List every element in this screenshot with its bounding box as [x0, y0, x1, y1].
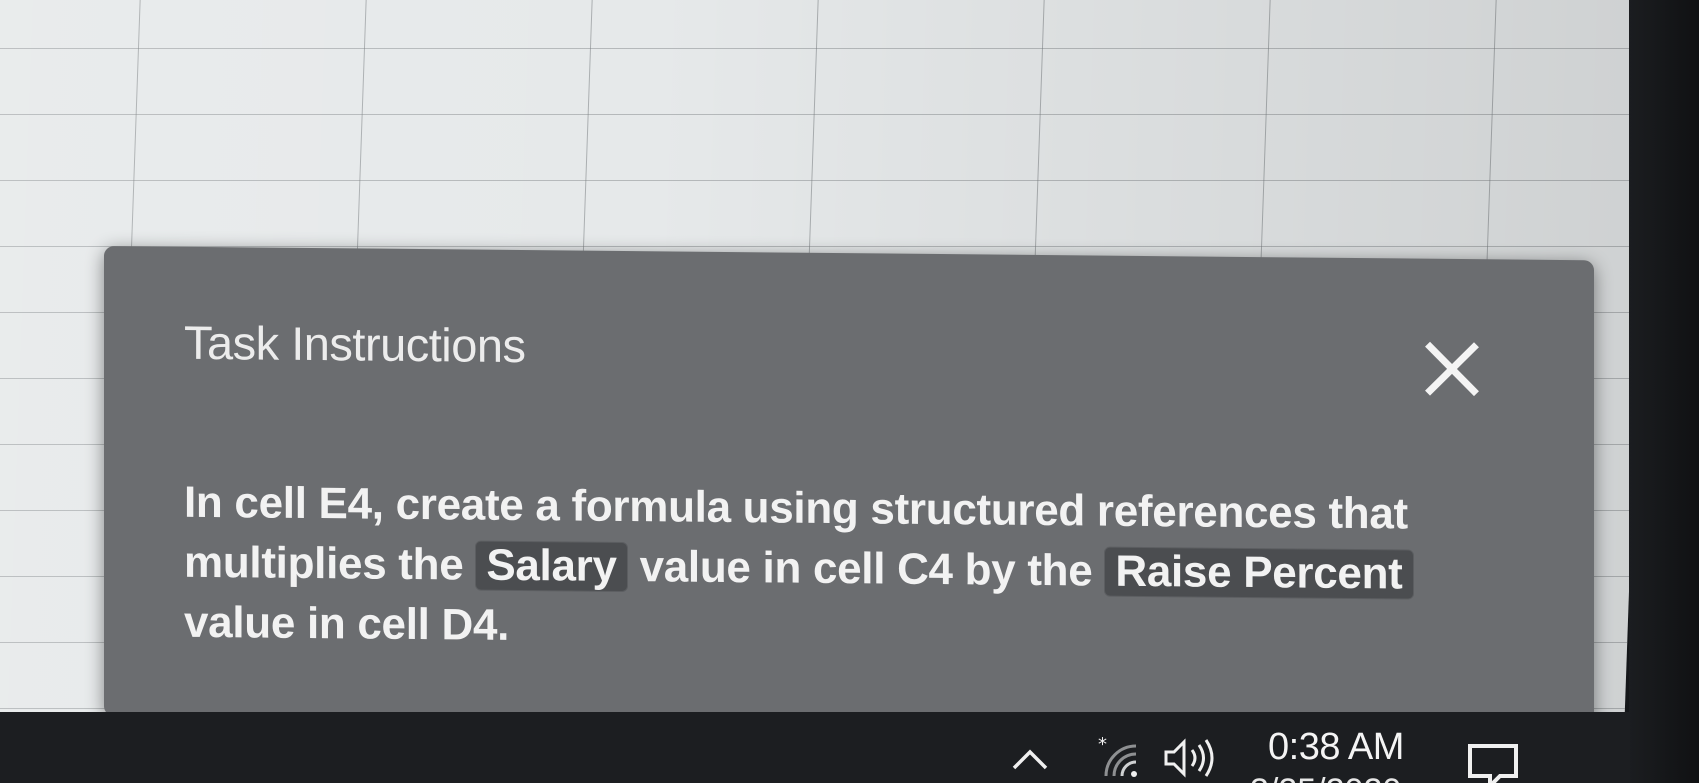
raise-percent-column-chip: Raise Percent: [1104, 546, 1414, 600]
close-button[interactable]: [1422, 339, 1482, 400]
task-description: In cell E4, create a formula using struc…: [184, 473, 1524, 666]
task-text: value in cell D4.: [184, 597, 510, 650]
notification-icon[interactable]: [1466, 742, 1522, 783]
close-icon: [1425, 341, 1479, 397]
clock-date[interactable]: 3/25/2020: [1250, 772, 1401, 783]
wifi-icon[interactable]: *: [1096, 734, 1144, 783]
task-text: value in cell C4 by the: [639, 542, 1093, 596]
clock-time[interactable]: 0:38 AM: [1268, 726, 1404, 769]
task-instructions-panel: Task Instructions In cell E4, create a f…: [104, 246, 1594, 731]
panel-title: Task Instructions: [184, 315, 526, 373]
monitor-bezel: [1629, 0, 1699, 783]
svg-text:*: *: [1098, 736, 1107, 755]
salary-column-chip: Salary: [475, 540, 628, 593]
screen: Task Instructions In cell E4, create a f…: [0, 0, 1699, 783]
volume-icon[interactable]: [1162, 736, 1222, 783]
chevron-up-icon[interactable]: [1010, 744, 1050, 779]
